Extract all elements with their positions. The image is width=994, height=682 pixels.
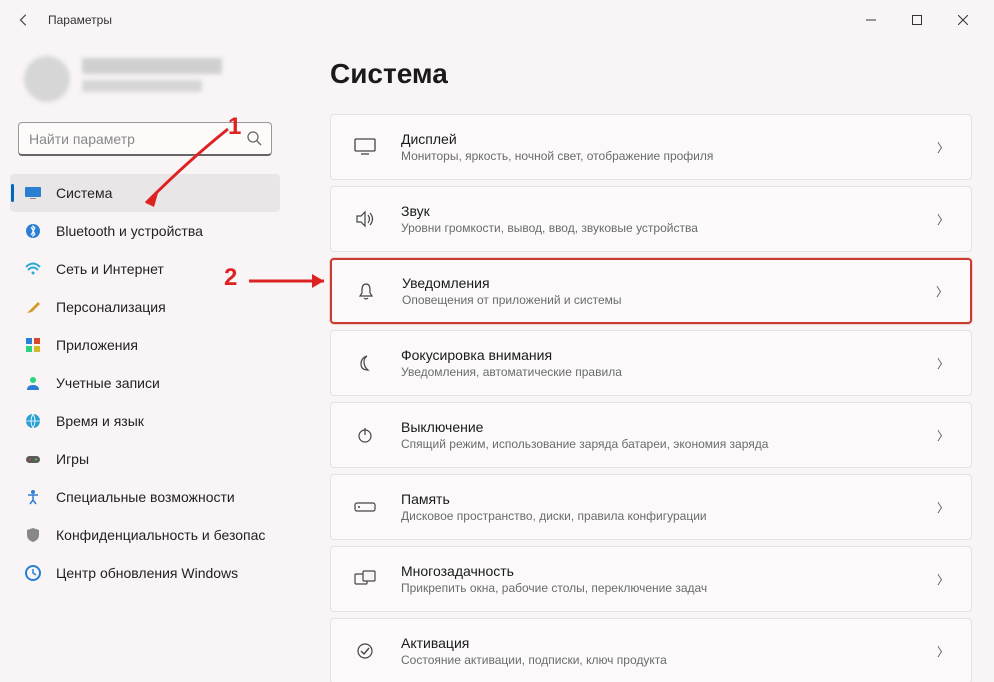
card-title: Дисплей (401, 131, 713, 147)
chevron-right-icon: 〉 (937, 571, 949, 588)
accessibility-icon (24, 488, 42, 506)
sidebar-item-gaming[interactable]: Игры (10, 440, 280, 478)
email-redacted (82, 80, 202, 92)
power-icon (353, 425, 377, 445)
card-power[interactable]: Выключение Спящий режим, использование за… (330, 402, 972, 468)
sidebar-item-accounts[interactable]: Учетные записи (10, 364, 280, 402)
card-title: Звук (401, 203, 698, 219)
globe-clock-icon (24, 412, 42, 430)
sidebar-item-label: Система (56, 185, 112, 201)
sidebar-item-label: Конфиденциальность и безопас (56, 527, 265, 543)
sidebar-item-accessibility[interactable]: Специальные возможности (10, 478, 280, 516)
sidebar-item-label: Сеть и Интернет (56, 261, 164, 277)
search-input[interactable] (18, 122, 272, 156)
sidebar-item-personalization[interactable]: Персонализация (10, 288, 280, 326)
sidebar-item-label: Персонализация (56, 299, 166, 315)
card-title: Выключение (401, 419, 768, 435)
sidebar-item-bluetooth[interactable]: Bluetooth и устройства (10, 212, 280, 250)
bell-icon (354, 281, 378, 301)
card-multitasking[interactable]: Многозадачность Прикрепить окна, рабочие … (330, 546, 972, 612)
card-title: Уведомления (402, 275, 622, 291)
card-desc: Состояние активации, подписки, ключ прод… (401, 653, 667, 667)
card-desc: Прикрепить окна, рабочие столы, переключ… (401, 581, 707, 595)
sidebar: Система Bluetooth и устройства Сеть и Ин… (0, 40, 290, 682)
sidebar-item-time-language[interactable]: Время и язык (10, 402, 280, 440)
card-activation[interactable]: Активация Состояние активации, подписки, … (330, 618, 972, 682)
moon-icon (353, 353, 377, 373)
avatar (24, 56, 70, 102)
card-title: Активация (401, 635, 667, 651)
sidebar-item-label: Центр обновления Windows (56, 565, 238, 581)
check-shield-icon (353, 641, 377, 661)
wifi-icon (24, 260, 42, 278)
chevron-right-icon: 〉 (937, 355, 949, 372)
person-icon (24, 374, 42, 392)
sidebar-item-windows-update[interactable]: Центр обновления Windows (10, 554, 280, 592)
apps-icon (24, 336, 42, 354)
card-desc: Уровни громкости, вывод, ввод, звуковые … (401, 221, 698, 235)
nav-list: Система Bluetooth и устройства Сеть и Ин… (10, 174, 280, 592)
titlebar: Параметры (0, 0, 994, 40)
monitor-icon (353, 138, 377, 156)
card-display[interactable]: Дисплей Мониторы, яркость, ночной свет, о… (330, 114, 972, 180)
card-desc: Мониторы, яркость, ночной свет, отображе… (401, 149, 713, 163)
sidebar-item-label: Bluetooth и устройства (56, 223, 203, 239)
paintbrush-icon (24, 298, 42, 316)
chevron-right-icon: 〉 (937, 499, 949, 516)
gamepad-icon (24, 450, 42, 468)
search-icon (246, 130, 262, 151)
close-button[interactable] (940, 4, 986, 36)
card-desc: Спящий режим, использование заряда батар… (401, 437, 768, 451)
card-desc: Оповещения от приложений и системы (402, 293, 622, 307)
display-icon (24, 184, 42, 202)
search-box[interactable] (18, 122, 272, 156)
speaker-icon (353, 210, 377, 228)
multitask-icon (353, 570, 377, 588)
chevron-right-icon: 〉 (937, 643, 949, 660)
main-content: Система Дисплей Мониторы, яркость, ночной… (290, 40, 994, 682)
card-notifications[interactable]: Уведомления Оповещения от приложений и си… (330, 258, 972, 324)
card-desc: Дисковое пространство, диски, правила ко… (401, 509, 707, 523)
storage-icon (353, 500, 377, 514)
sidebar-item-label: Время и язык (56, 413, 144, 429)
card-title: Многозадачность (401, 563, 707, 579)
sidebar-item-label: Учетные записи (56, 375, 160, 391)
card-title: Фокусировка внимания (401, 347, 622, 363)
shield-icon (24, 526, 42, 544)
sidebar-item-apps[interactable]: Приложения (10, 326, 280, 364)
minimize-button[interactable] (848, 4, 894, 36)
username-redacted (82, 58, 222, 74)
card-title: Память (401, 491, 707, 507)
back-button[interactable] (8, 4, 40, 36)
sidebar-item-privacy[interactable]: Конфиденциальность и безопас (10, 516, 280, 554)
maximize-button[interactable] (894, 4, 940, 36)
window-title: Параметры (48, 13, 112, 27)
card-sound[interactable]: Звук Уровни громкости, вывод, ввод, звуко… (330, 186, 972, 252)
chevron-right-icon: 〉 (937, 211, 949, 228)
card-storage[interactable]: Память Дисковое пространство, диски, прав… (330, 474, 972, 540)
bluetooth-icon (24, 222, 42, 240)
sidebar-item-network[interactable]: Сеть и Интернет (10, 250, 280, 288)
page-title: Система (330, 58, 972, 90)
update-icon (24, 564, 42, 582)
sidebar-item-label: Специальные возможности (56, 489, 235, 505)
chevron-right-icon: 〉 (937, 427, 949, 444)
sidebar-item-system[interactable]: Система (10, 174, 280, 212)
chevron-right-icon: 〉 (936, 283, 948, 300)
user-profile[interactable] (18, 50, 272, 110)
card-focus-assist[interactable]: Фокусировка внимания Уведомления, автомат… (330, 330, 972, 396)
sidebar-item-label: Приложения (56, 337, 138, 353)
card-desc: Уведомления, автоматические правила (401, 365, 622, 379)
sidebar-item-label: Игры (56, 451, 89, 467)
chevron-right-icon: 〉 (937, 139, 949, 156)
